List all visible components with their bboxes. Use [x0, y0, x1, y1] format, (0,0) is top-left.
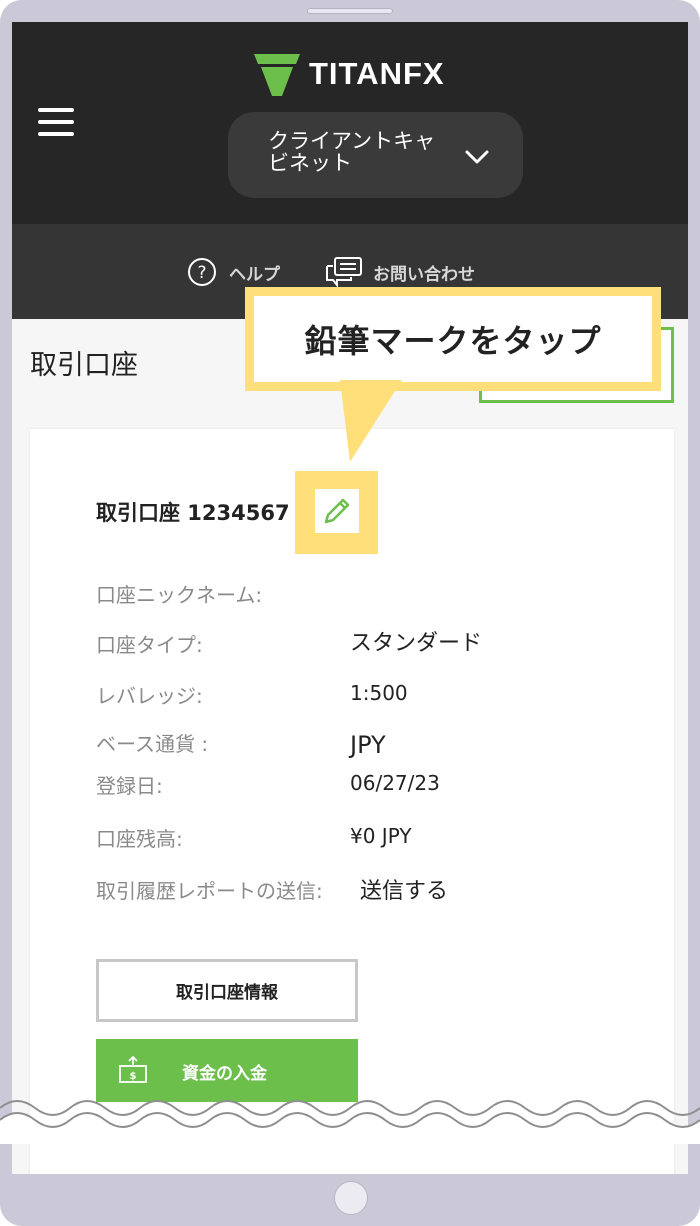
base-currency-value: JPY	[350, 731, 386, 759]
edit-nickname-button[interactable]	[315, 489, 359, 533]
report-label: 取引履歴レポートの送信:	[96, 879, 323, 903]
pencil-icon	[324, 498, 350, 524]
phone-frame: TITANFX クライアントキャビネット ? ヘルプ お問い合わせ 取引口座 取…	[0, 0, 700, 1226]
deposit-button[interactable]: $ 資金の入金	[96, 1039, 358, 1102]
brand-name: TITANFX	[309, 56, 445, 91]
account-info-label: 取引口座情報	[176, 983, 278, 1003]
balance-label: 口座残高:	[96, 827, 183, 851]
screen: TITANFX クライアントキャビネット ? ヘルプ お問い合わせ 取引口座 取…	[12, 22, 688, 1174]
base-currency-label: ベース通貨 :	[96, 732, 209, 756]
account-type-label: 口座タイプ:	[96, 633, 203, 657]
account-title: 取引口座 1234567	[96, 501, 290, 525]
titan-logo-icon	[254, 54, 300, 96]
question-circle-icon: ?	[188, 258, 216, 286]
deposit-money-icon: $	[119, 1056, 147, 1083]
account-card: 取引口座 1234567 口座ニックネーム: 口座タイプ: スタンダード レバレ…	[30, 429, 674, 1174]
callout-text: 鉛筆マークをタップ	[254, 296, 652, 382]
deposit-label: 資金の入金	[182, 1064, 267, 1084]
registration-date-label: 登録日:	[96, 774, 163, 798]
phone-home-button[interactable]	[334, 1181, 368, 1215]
page-title: 取引口座	[30, 350, 138, 381]
contact-label: お問い合わせ	[373, 264, 475, 285]
balance-value: ¥0 JPY	[350, 824, 412, 848]
chat-bubble-icon	[326, 257, 362, 288]
phone-speaker	[307, 8, 393, 14]
registration-date-value: 06/27/23	[350, 771, 440, 795]
report-value: 送信する	[360, 879, 449, 904]
brand-logo[interactable]: TITANFX	[252, 52, 452, 100]
contact-link[interactable]: お問い合わせ	[325, 256, 475, 288]
svg-text:$: $	[130, 1071, 137, 1082]
client-cabinet-label: クライアントキャビネット	[268, 129, 436, 175]
instruction-callout: 鉛筆マークをタップ	[245, 287, 661, 391]
leverage-value: 1:500	[350, 681, 408, 705]
client-cabinet-dropdown[interactable]: クライアントキャビネット	[228, 112, 523, 198]
torn-edge-divider	[0, 1100, 700, 1144]
leverage-label: レバレッジ:	[96, 684, 203, 708]
help-label: ヘルプ	[229, 264, 280, 285]
nickname-label: 口座ニックネーム:	[96, 583, 263, 607]
svg-text:?: ?	[197, 263, 206, 283]
chevron-down-icon	[465, 150, 489, 164]
callout-pointer	[340, 380, 402, 462]
account-type-value: スタンダード	[350, 631, 483, 656]
account-info-button[interactable]: 取引口座情報	[96, 959, 358, 1022]
hamburger-menu-icon[interactable]	[38, 108, 74, 138]
top-header: TITANFX クライアントキャビネット	[12, 22, 688, 224]
help-link[interactable]: ? ヘルプ	[187, 257, 280, 287]
